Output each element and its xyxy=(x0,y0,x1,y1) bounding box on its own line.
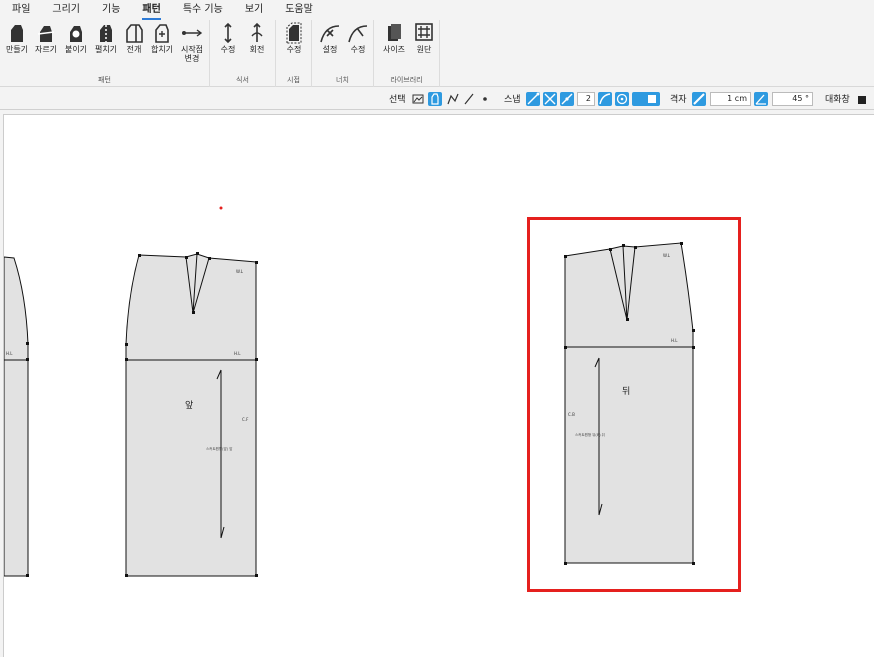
tool-notch-set[interactable]: 설정 xyxy=(317,22,343,54)
start-point-icon xyxy=(182,29,203,37)
snap-toggle[interactable] xyxy=(632,92,660,106)
select-image-icon[interactable] xyxy=(412,93,424,105)
group-library-label: 라이브러리 xyxy=(390,76,423,84)
snap-center-icon[interactable] xyxy=(615,92,629,106)
tool-merge[interactable]: 합치기 xyxy=(148,22,176,54)
seam-edit-icon xyxy=(286,22,302,44)
menu-special[interactable]: 특수 기능 xyxy=(183,0,223,20)
tool-attach-label: 붙이기 xyxy=(64,45,88,54)
snap-intersect-icon[interactable] xyxy=(543,92,557,106)
drawing-canvas[interactable]: H.L 앞 W.L H.L C.F 스커트원형(앞) 앞 뒤 W.L H.L C… xyxy=(3,114,874,657)
group-seam-label: 시접 xyxy=(287,76,300,84)
select-piece-icon[interactable] xyxy=(428,92,442,106)
notch-edit-icon xyxy=(348,25,368,43)
menu-help[interactable]: 도움말 xyxy=(285,0,313,20)
menu-function[interactable]: 기능 xyxy=(102,0,120,20)
tool-spread-label: 펼치기 xyxy=(94,45,118,54)
options-bar: 선택 스냅 2 격자 1 cm 45 ° 대화창 xyxy=(0,88,874,110)
tool-fabric[interactable]: 원단 xyxy=(412,22,436,54)
tool-grain-rotate[interactable]: 회전 xyxy=(244,22,270,54)
ribbon-toolbar: 만들기 자르기 붙이기 펼치기 전개 합치기 시작점 변경 패턴 수정 회전 식… xyxy=(0,20,874,87)
selection-highlight xyxy=(527,217,741,592)
group-pattern: 만들기 자르기 붙이기 펼치기 전개 합치기 시작점 변경 패턴 xyxy=(0,20,210,87)
spread-icon xyxy=(100,25,112,42)
menu-view[interactable]: 보기 xyxy=(245,0,263,20)
angle-field[interactable]: 45 ° xyxy=(772,92,813,106)
front-title: 앞 xyxy=(185,399,193,411)
grid-size-field[interactable]: 1 cm xyxy=(710,92,751,106)
tool-size[interactable]: 사이즈 xyxy=(380,22,408,54)
grid-ruler-icon[interactable] xyxy=(692,92,706,106)
tool-size-label: 사이즈 xyxy=(382,45,406,54)
select-label: 선택 xyxy=(389,95,406,105)
tool-notch-edit[interactable]: 수정 xyxy=(345,22,371,54)
tool-make-label: 만들기 xyxy=(5,45,29,54)
tool-notch-set-label: 설정 xyxy=(322,45,338,54)
tool-merge-label: 합치기 xyxy=(150,45,174,54)
front-waist-label: W.L xyxy=(236,269,244,274)
grain-edit-icon xyxy=(224,22,232,44)
reference-point[interactable] xyxy=(219,206,223,210)
tool-spread[interactable]: 펼치기 xyxy=(92,22,120,54)
fabric-icon xyxy=(415,23,433,41)
group-pattern-label: 패턴 xyxy=(98,76,111,84)
tool-attach[interactable]: 붙이기 xyxy=(62,22,90,54)
dialog-label: 대화창 xyxy=(825,95,850,105)
group-notch-label: 너치 xyxy=(336,76,349,84)
snap-label: 스냅 xyxy=(504,95,521,105)
partial-hip-label: H.L xyxy=(6,351,13,356)
tool-seam-edit-label: 수정 xyxy=(286,45,302,54)
notch-set-icon xyxy=(320,25,340,43)
menu-pattern[interactable]: 패턴 xyxy=(142,0,162,20)
merge-icon xyxy=(155,24,169,43)
tool-notch-edit-label: 수정 xyxy=(350,45,366,54)
partial-pattern-piece[interactable]: H.L xyxy=(4,256,29,577)
front-hip-label: H.L xyxy=(234,351,241,356)
tool-start-point[interactable]: 시작점 변경 xyxy=(177,22,207,63)
group-library: 사이즈 원단 라이브러리 xyxy=(374,20,440,87)
group-grainline-label: 식서 xyxy=(236,76,249,84)
snap-mid-icon[interactable] xyxy=(560,92,574,106)
cut-icon xyxy=(37,26,55,42)
group-notch: 설정 수정 너치 xyxy=(312,20,374,87)
grain-rotate-icon xyxy=(251,22,263,42)
front-grain-label: 스커트원형(앞) 앞 xyxy=(206,446,233,451)
tool-grain-rotate-label: 회전 xyxy=(249,45,265,54)
attach-icon xyxy=(70,26,82,42)
app-window: 파일 그리기 기능 패턴 특수 기능 보기 도움말 만들기 자르기 붙이기 펼치… xyxy=(0,0,874,657)
select-line-icon[interactable] xyxy=(462,92,476,106)
tool-cut[interactable]: 자르기 xyxy=(32,22,60,54)
size-icon xyxy=(388,24,401,41)
tool-seam-edit[interactable]: 수정 xyxy=(281,22,307,54)
tool-cut-label: 자르기 xyxy=(34,45,58,54)
tool-start-point-label: 시작점 변경 xyxy=(180,45,204,63)
menu-bar: 파일 그리기 기능 패턴 특수 기능 보기 도움말 xyxy=(0,0,874,20)
tool-fabric-label: 원단 xyxy=(416,45,432,54)
make-icon xyxy=(11,25,23,42)
snap-curve-icon[interactable] xyxy=(598,92,612,106)
menu-draw[interactable]: 그리기 xyxy=(52,0,80,20)
snap-value-field[interactable]: 2 xyxy=(577,92,595,106)
unfold-icon xyxy=(126,24,143,43)
group-seam: 수정 시접 xyxy=(276,20,312,87)
snap-end-icon[interactable] xyxy=(526,92,540,106)
tool-grain-edit-label: 수정 xyxy=(220,45,236,54)
dialog-toggle[interactable] xyxy=(858,96,866,104)
grid-label: 격자 xyxy=(670,95,687,105)
select-dot-icon[interactable] xyxy=(480,92,490,106)
tool-unfold-label: 전개 xyxy=(126,45,142,54)
angle-icon[interactable] xyxy=(754,92,768,106)
pattern-drawing: H.L 앞 W.L H.L C.F 스커트원형(앞) 앞 뒤 W.L H.L C… xyxy=(4,206,695,577)
tool-unfold[interactable]: 전개 xyxy=(122,22,146,54)
tool-make[interactable]: 만들기 xyxy=(4,22,30,54)
tool-grain-edit[interactable]: 수정 xyxy=(216,22,240,54)
select-point-icon[interactable] xyxy=(446,92,460,106)
group-grainline: 수정 회전 식서 xyxy=(210,20,276,87)
front-pattern-piece[interactable]: 앞 W.L H.L C.F 스커트원형(앞) 앞 xyxy=(125,252,258,577)
menu-file[interactable]: 파일 xyxy=(12,0,30,20)
front-center-label: C.F xyxy=(242,417,249,422)
